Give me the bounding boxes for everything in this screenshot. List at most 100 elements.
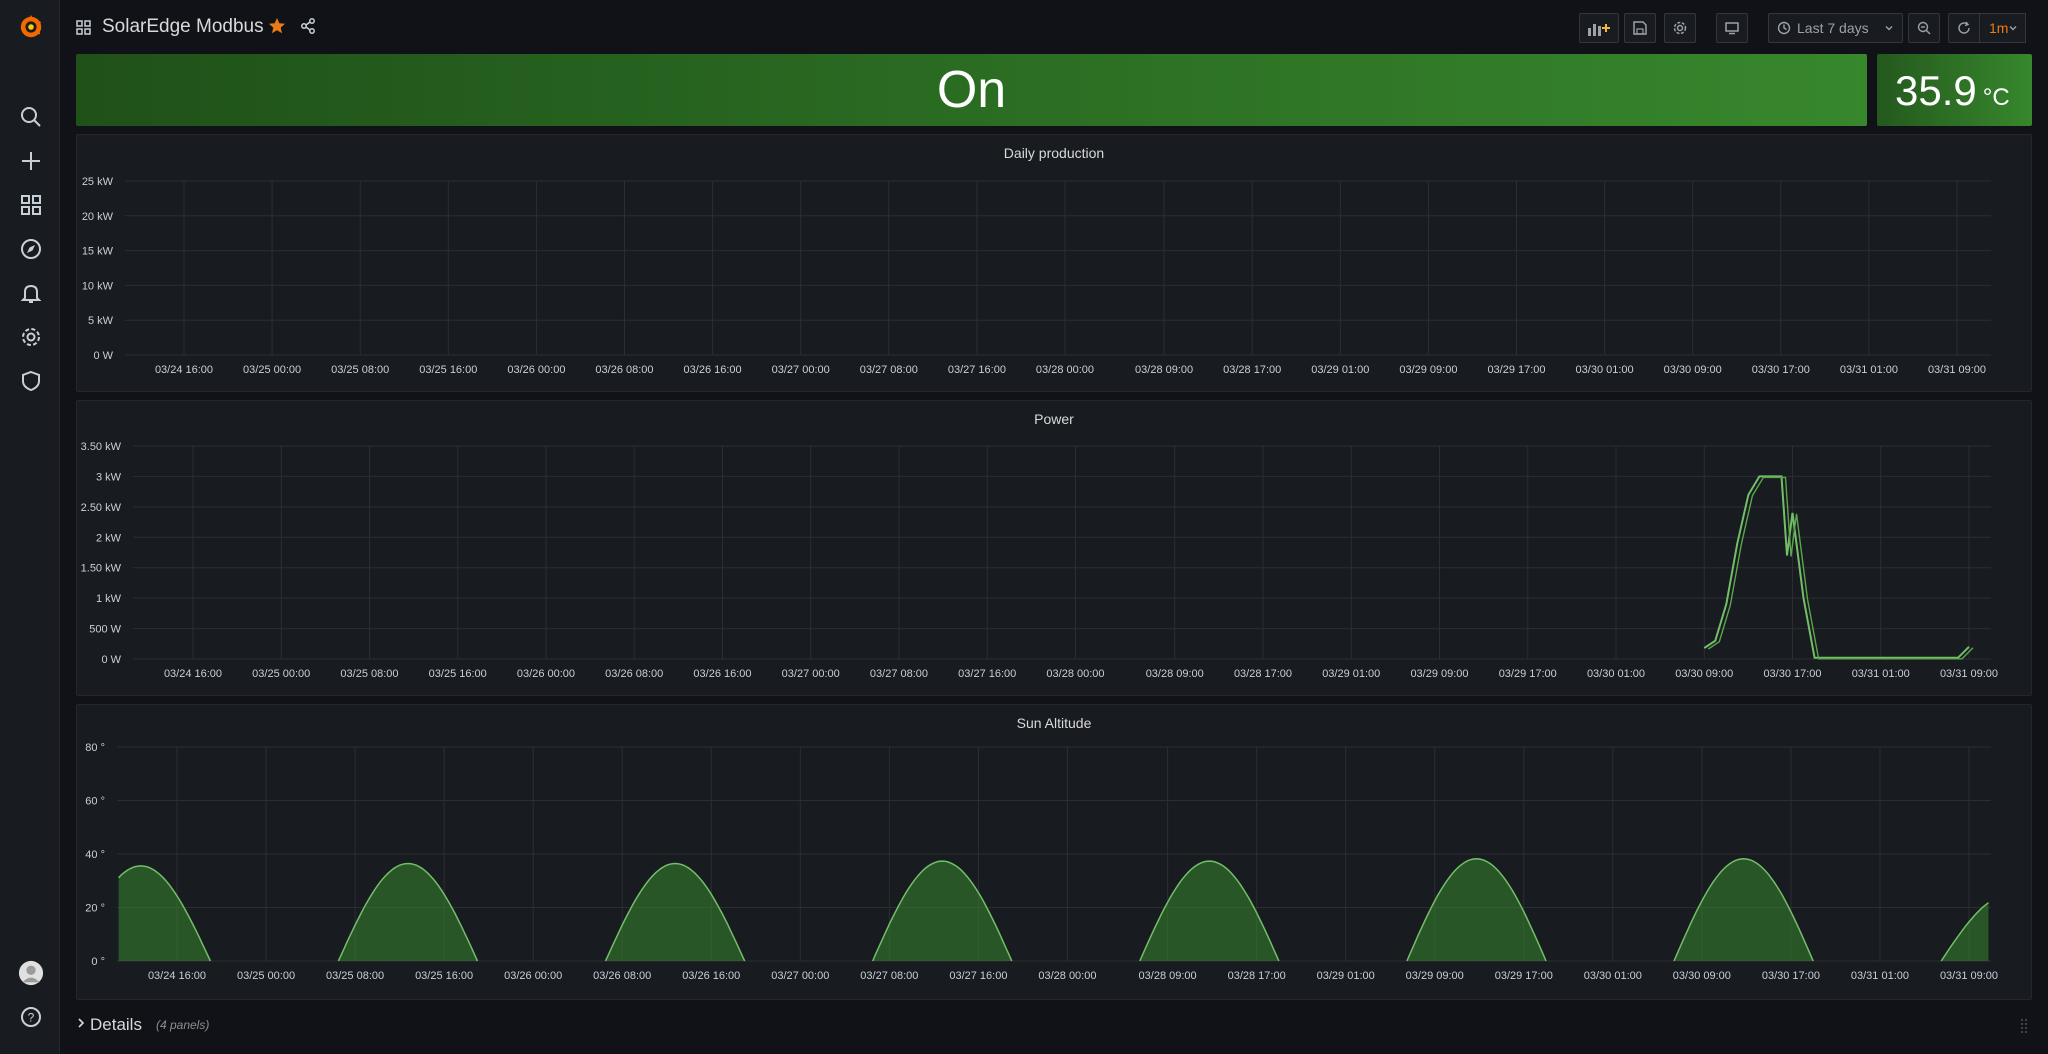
x-tick-label: 03/31 09:00 [1928,364,1986,376]
time-range-picker[interactable]: Last 7 days [1768,13,1903,43]
add-panel-icon [1588,24,1610,36]
svg-text:?: ? [28,1011,35,1025]
y-tick-label: 0 W [93,350,113,362]
sun-area [1406,858,1546,961]
x-tick-label: 03/30 09:00 [1664,364,1722,376]
sun-area [338,863,478,961]
y-tick-label: 2.50 kW [81,502,122,514]
x-tick-label: 03/27 00:00 [782,668,840,680]
dashboard-title[interactable]: SolarEdge Modbus [102,16,264,38]
x-tick-label: 03/26 00:00 [517,668,575,680]
dashboard-settings-button[interactable] [1664,13,1696,43]
clock-icon [1777,21,1791,35]
x-tick-label: 03/31 01:00 [1852,668,1910,680]
explore-icon[interactable] [18,236,44,262]
x-tick-label: 03/30 09:00 [1675,668,1733,680]
plus-icon[interactable] [18,148,44,174]
x-tick-label: 03/27 08:00 [870,668,928,680]
x-tick-label: 03/27 08:00 [860,364,918,376]
star-icon[interactable] [268,17,286,40]
refresh-icon[interactable] [1957,21,1971,38]
x-tick-label: 03/31 01:00 [1851,970,1909,982]
y-tick-label: 80 ° [85,742,105,754]
details-row[interactable]: Details (4 panels) [76,1010,2032,1040]
y-tick-label: 60 ° [85,796,105,808]
status-value: On [936,61,1007,119]
chevron-right-icon[interactable] [76,1016,86,1034]
x-tick-label: 03/26 00:00 [504,970,562,982]
chevron-down-icon [2008,20,2018,36]
x-tick-label: 03/27 16:00 [958,668,1016,680]
y-tick-label: 2 kW [96,532,122,544]
configuration-icon[interactable] [18,324,44,350]
gear-icon [1673,21,1687,35]
row-title[interactable]: Details [90,1015,142,1035]
x-tick-label: 03/30 17:00 [1762,970,1820,982]
x-tick-label: 03/28 09:00 [1135,364,1193,376]
dashboards-icon[interactable] [18,192,44,218]
x-tick-label: 03/30 17:00 [1752,364,1810,376]
x-tick-label: 03/29 17:00 [1487,364,1545,376]
x-tick-label: 03/28 00:00 [1036,364,1094,376]
sun-area [872,861,1012,961]
zoom-out-button[interactable] [1908,13,1940,43]
y-tick-label: 500 W [89,624,121,636]
x-tick-label: 03/29 17:00 [1499,668,1557,680]
search-icon[interactable] [18,104,44,130]
power-panel[interactable]: Power 0 W 500 W1 kW 1.50 kW 2 kW 2.50 kW 3 kW… [76,400,2032,696]
alerting-icon[interactable] [18,280,44,306]
share-icon[interactable] [300,18,316,39]
drag-handle-icon[interactable] [2020,1018,2028,1039]
grafana-logo-icon[interactable] [18,14,44,40]
user-avatar[interactable] [18,960,44,986]
x-tick-label: 03/30 09:00 [1673,970,1731,982]
x-tick-label: 03/30 01:00 [1584,970,1642,982]
x-tick-label: 03/26 16:00 [693,668,751,680]
x-tick-label: 03/27 00:00 [772,364,830,376]
refresh-button-group[interactable]: 1m [1948,13,2026,43]
x-tick-label: 03/26 08:00 [595,364,653,376]
daily-production-chart: 0 W 5 kW 10 kW 15 kW 20 kW 25 kW 03/24 16:00 03… [82,176,1991,376]
y-tick-label: 10 kW [82,280,114,292]
x-tick-label: 03/26 00:00 [507,364,565,376]
status-stat-panel[interactable]: On [76,54,1867,126]
temperature-stat-panel[interactable]: 35.9 °C [1877,54,2032,126]
x-tick-label: 03/29 09:00 [1406,970,1464,982]
help-icon[interactable]: ? [18,1004,44,1030]
x-tick-label: 03/27 16:00 [949,970,1007,982]
x-tick-label: 03/25 16:00 [429,668,487,680]
x-tick-label: 03/26 08:00 [593,970,651,982]
x-tick-label: 03/26 08:00 [605,668,663,680]
x-tick-label: 03/28 00:00 [1038,970,1096,982]
refresh-interval-label[interactable]: 1m [1989,20,2008,36]
sun-area [1941,902,1989,961]
x-tick-label: 03/27 16:00 [948,364,1006,376]
x-tick-label: 03/28 09:00 [1139,970,1197,982]
y-tick-label: 0 ° [91,956,105,968]
sun-altitude-panel[interactable]: Sun Altitude 0 ° 20 ° 40 ° 60 ° 80 ° 03/24 16… [76,704,2032,1000]
y-tick-label: 1.50 kW [81,563,122,575]
add-panel-button[interactable] [1579,13,1619,43]
sun-area [1674,858,1814,961]
temperature-number: 35.9 [1895,67,1977,114]
daily-production-panel[interactable]: Daily production 0 W5 kW 10 kW 15 kW 20 kW 2… [76,134,2032,392]
y-tick-label: 5 kW [88,315,114,327]
sun-area [605,863,745,961]
y-tick-label: 0 W [101,654,121,666]
temperature-value: 35.9 °C [1895,66,2010,123]
row-panel-count: (4 panels) [155,1018,210,1032]
x-tick-label: 03/28 09:00 [1146,668,1204,680]
x-tick-label: 03/28 17:00 [1228,970,1286,982]
y-tick-label: 3 kW [96,471,122,483]
sun-altitude-chart: 0 ° 20 ° 40 ° 60 ° 80 ° 03/24 16:00 03/25 00:0… [85,742,1998,982]
view-mode-button[interactable] [1716,13,1748,43]
zoom-out-icon [1917,21,1931,35]
x-tick-label: 03/25 00:00 [237,970,295,982]
top-navbar: SolarEdge Modbus Last 7 days 1m [60,0,2048,56]
monitor-icon [1725,22,1739,35]
time-range-label: Last 7 days [1797,20,1869,36]
x-tick-label: 03/26 16:00 [684,364,742,376]
x-tick-label: 03/27 08:00 [860,970,918,982]
save-dashboard-button[interactable] [1624,13,1656,43]
server-admin-icon[interactable] [18,368,44,394]
